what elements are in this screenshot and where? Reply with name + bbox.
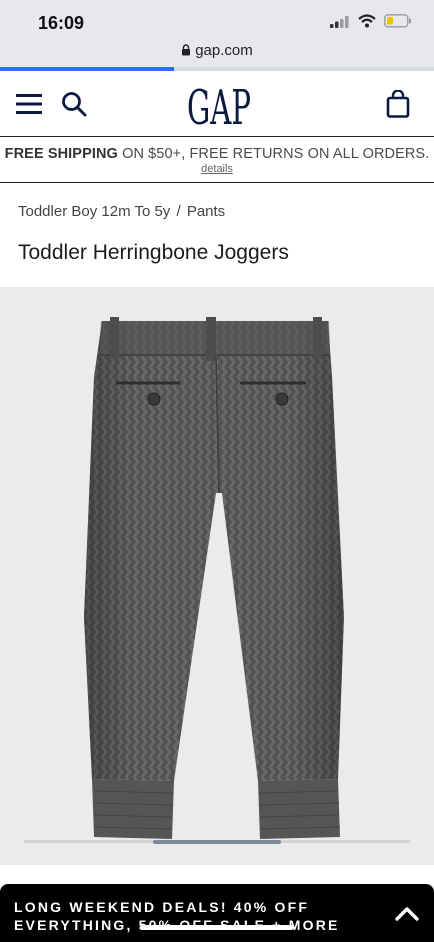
promo-free-shipping: FREE SHIPPING	[4, 146, 118, 162]
promo-strip[interactable]: FREE SHIPPING ON $50+, FREE RETURNS ON A…	[0, 138, 434, 183]
product-title: Toddler Herringbone Joggers	[18, 241, 289, 264]
breadcrumb-category[interactable]: Toddler Boy 12m To 5y	[18, 203, 170, 220]
deals-banner[interactable]: LONG WEEKEND DEALS! 40% OFF EVERYTHING, …	[0, 884, 434, 942]
home-indicator	[140, 925, 294, 930]
status-icons	[330, 14, 412, 28]
url-text: gap.com	[195, 42, 253, 59]
lock-icon	[182, 44, 191, 56]
signal-icon	[330, 15, 349, 28]
shopping-bag-icon[interactable]	[386, 90, 410, 118]
chevron-up-icon[interactable]	[394, 903, 420, 925]
carousel-scroll-thumb[interactable]	[153, 840, 281, 844]
battery-icon	[384, 14, 411, 28]
breadcrumb: Toddler Boy 12m To 5y / Pants	[18, 203, 225, 220]
site-header: GAP	[0, 71, 434, 137]
promo-message: FREE SHIPPING ON $50+, FREE RETURNS ON A…	[0, 146, 434, 162]
carousel-scrollbar[interactable]	[24, 840, 410, 844]
promo-free-returns: FREE RETURNS	[189, 146, 304, 162]
product-image-carousel[interactable]	[0, 287, 434, 865]
promo-shipping-threshold: ON $50+,	[117, 146, 190, 162]
breadcrumb-subcategory[interactable]: Pants	[187, 203, 225, 220]
menu-icon[interactable]	[16, 93, 42, 115]
logo-text: GAP	[187, 81, 251, 129]
promo-returns-scope: ON ALL ORDERS.	[303, 146, 430, 162]
search-icon[interactable]	[61, 91, 87, 117]
gap-logo[interactable]: GAP	[186, 81, 252, 129]
promo-details-link[interactable]: details	[0, 163, 434, 175]
product-image[interactable]	[70, 317, 370, 839]
status-time: 16:09	[38, 13, 85, 33]
breadcrumb-separator: /	[176, 203, 181, 220]
url-display[interactable]: gap.com	[0, 42, 434, 59]
wifi-icon	[358, 14, 376, 28]
